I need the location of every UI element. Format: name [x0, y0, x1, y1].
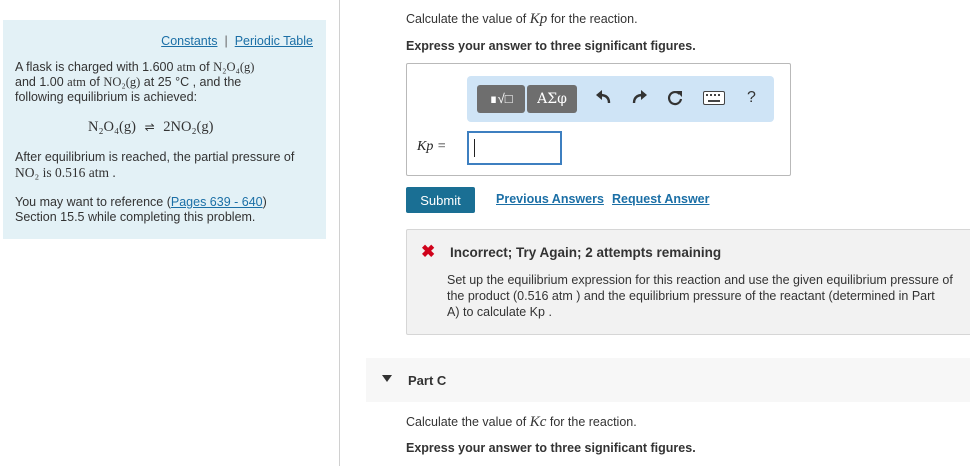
intro-text: A flask is charged with 1.600 atm of N₂O…	[15, 60, 320, 105]
constants-link[interactable]: Constants	[161, 34, 217, 48]
problem-intro-panel: Constants | Periodic Table A flask is char…	[3, 20, 326, 239]
templates-icon: ∎√□	[489, 91, 513, 106]
reference-links: Constants | Periodic Table	[161, 34, 313, 48]
link-separator: |	[224, 34, 228, 48]
periodic-table-link[interactable]: Periodic Table	[235, 34, 313, 48]
feedback-box: ✖ Incorrect; Try Again; 2 attempts remai…	[406, 229, 970, 335]
unit-atm: atm	[67, 75, 86, 89]
feedback-line: the product (0.516 atm ) and the equilib…	[447, 289, 935, 303]
question-prompt: Calculate the value of Kp for the reacti…	[406, 11, 638, 28]
undo-icon[interactable]	[595, 89, 613, 110]
equilibrium-equation: N₂O₄(g) ⇌ 2NO₂(g)	[88, 120, 393, 135]
answer-box: ∎√□ ΑΣφ ? Kp =	[406, 63, 791, 176]
x-icon: ✖	[421, 242, 436, 261]
question-instruction: Express your answer to three significant…	[406, 39, 696, 53]
ref-suffix: )	[262, 195, 267, 209]
kp-label: Kp =	[417, 139, 446, 155]
math-toolbar: ∎√□ ΑΣφ ?	[467, 76, 774, 122]
reference-text: You may want to reference (Pages 639 - 6…	[15, 195, 320, 225]
text-caret	[474, 139, 475, 157]
intro-part: of	[89, 75, 100, 89]
part-c-label: Part C	[408, 373, 447, 388]
intro-part: of	[199, 60, 210, 74]
keyboard-icon[interactable]	[703, 91, 725, 108]
equilibrium-arrow-icon: ⇌	[144, 120, 155, 134]
prompt-suffix: for the reaction.	[550, 12, 638, 26]
part-c-prompt: Calculate the value of Kc for the reacti…	[406, 414, 637, 431]
part-c-header[interactable]: Part C	[366, 358, 970, 402]
redo-icon[interactable]	[630, 89, 648, 110]
reset-icon[interactable]	[666, 89, 684, 110]
feedback-line: A) to calculate Kp .	[447, 305, 552, 319]
ref-section: Section 15.5 while completing this probl…	[15, 210, 256, 224]
previous-answers-link[interactable]: Previous Answers	[496, 192, 604, 206]
prompt-prefix: Calculate the value of	[406, 12, 527, 26]
submit-button[interactable]: Submit	[406, 187, 475, 213]
ref-prefix: You may want to reference (	[15, 195, 171, 209]
equation-reactant: N₂O₄(g)	[88, 119, 136, 135]
column-divider	[339, 0, 340, 466]
pages-reference-link[interactable]: Pages 639 - 640	[171, 195, 263, 209]
prompt-variable: Kc	[529, 414, 547, 430]
prompt-suffix: for the reaction.	[549, 415, 637, 429]
request-answer-link[interactable]: Request Answer	[612, 192, 709, 206]
unit-atm: atm	[176, 60, 196, 74]
formula-n2o4: N₂O₄(g)	[213, 60, 255, 74]
after-text-line1: After equilibrium is reached, the partia…	[15, 150, 295, 164]
after-equilibrium-text: After equilibrium is reached, the partia…	[15, 150, 320, 181]
intro-part: at 25 °C , and the	[143, 75, 242, 89]
equation-product: 2NO₂(g)	[163, 119, 214, 135]
formula-no2: NO₂(g)	[103, 75, 141, 89]
feedback-body: Set up the equilibrium expression for th…	[447, 272, 970, 320]
chevron-down-icon	[382, 375, 392, 382]
intro-part: following equilibrium is achieved:	[15, 90, 198, 104]
after-text-line2: NO₂ is 0.516 atm .	[15, 165, 116, 180]
intro-part: and 1.00	[15, 75, 64, 89]
prompt-variable: Kp	[529, 11, 548, 27]
intro-part: A flask is charged with 1.600	[15, 60, 174, 74]
help-button[interactable]: ?	[747, 89, 756, 107]
templates-button[interactable]: ∎√□	[477, 85, 525, 113]
kp-label-text: Kp =	[417, 139, 447, 154]
feedback-line: Set up the equilibrium expression for th…	[447, 273, 953, 287]
prompt-prefix: Calculate the value of	[406, 415, 527, 429]
kp-answer-input[interactable]	[467, 131, 562, 165]
part-c-instruction: Express your answer to three significant…	[406, 441, 696, 455]
greek-icon: ΑΣφ	[537, 91, 567, 107]
feedback-title: Incorrect; Try Again; 2 attempts remaini…	[450, 245, 722, 260]
greek-symbols-button[interactable]: ΑΣφ	[527, 85, 577, 113]
